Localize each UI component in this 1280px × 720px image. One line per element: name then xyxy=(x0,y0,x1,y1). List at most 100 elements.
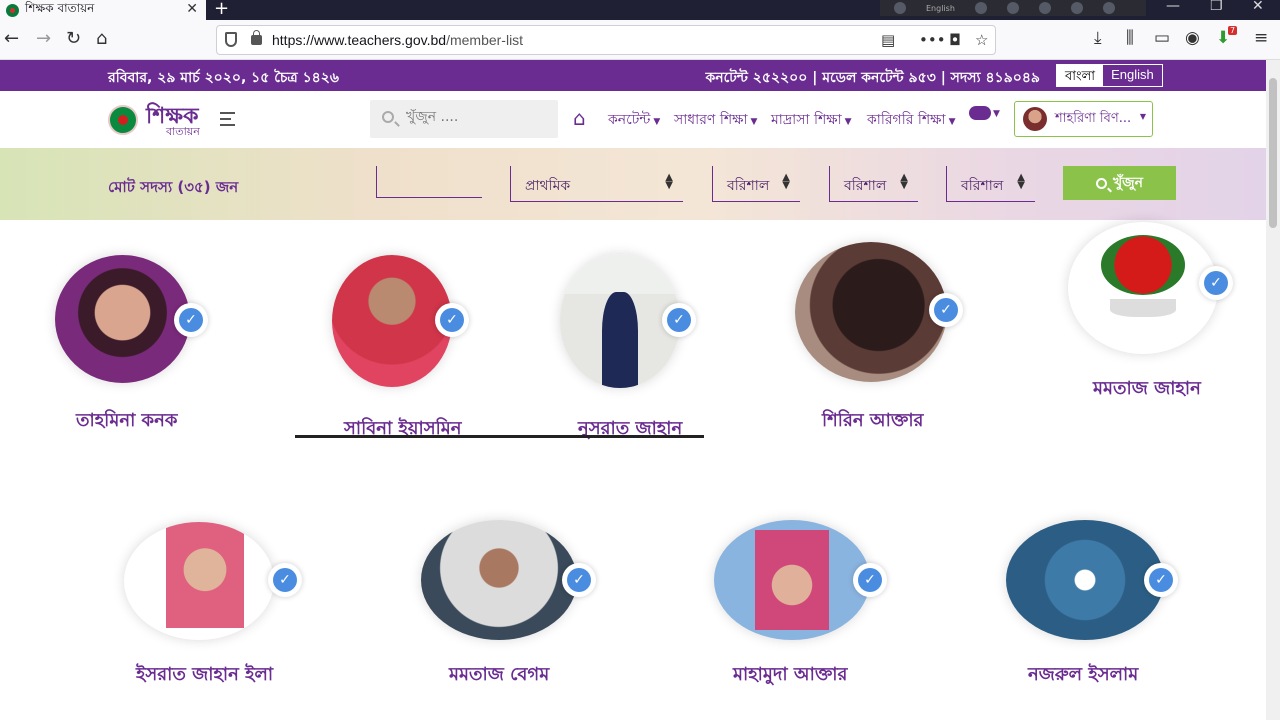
search-input[interactable] xyxy=(406,109,546,125)
new-tab-button[interactable]: + xyxy=(214,0,229,19)
menu-icon[interactable]: ≡ xyxy=(1254,28,1268,48)
member-name-5[interactable]: মমতাজ জাহান xyxy=(1093,374,1201,405)
filter-search-button[interactable]: খুঁজুন xyxy=(1063,166,1176,200)
upazila-select-value: বরিশাল xyxy=(961,178,1004,194)
menu-general-education[interactable]: সাধারণ শিক্ষা ▼ xyxy=(674,108,757,132)
level-select[interactable]: প্রাথমিক ▲ ▼ xyxy=(510,166,683,202)
downloads-icon[interactable]: ⤓ xyxy=(1094,28,1102,48)
menu-madrasa-education[interactable]: মাদ্রাসা শিক্ষা ▼ xyxy=(771,108,852,132)
tray-help-icon[interactable] xyxy=(1070,2,1083,14)
site-header: শিক্ষক বাতায়ন ⌂ কনটেন্ট▼ সাধারণ শিক্ষা▼… xyxy=(0,91,1266,148)
account-icon[interactable]: ◉ xyxy=(1185,28,1200,48)
site-logo-subtext[interactable]: বাতায়ন xyxy=(166,123,200,142)
sidebar-icon[interactable]: ▭ xyxy=(1154,28,1170,48)
forward-icon[interactable]: → xyxy=(36,28,51,50)
tray-settings-icon[interactable] xyxy=(1006,2,1019,14)
member-photo-6[interactable] xyxy=(124,522,274,640)
verified-badge-icon: ✓ xyxy=(268,563,302,597)
chevron-down-icon[interactable]: ▼ xyxy=(993,109,1000,119)
address-bar[interactable]: https://www.teachers.gov.bd/member-list … xyxy=(216,25,996,55)
chevron-down-icon: ▼ xyxy=(653,117,661,127)
reader-view-icon[interactable]: ▤ xyxy=(881,31,895,49)
lang-bangla-button[interactable]: বাংলা xyxy=(1057,65,1104,86)
division-select-value: বরিশাল xyxy=(727,178,770,194)
member-name-1[interactable]: তাহমিনা কনক xyxy=(76,406,178,437)
site-home-icon[interactable]: ⌂ xyxy=(573,106,586,130)
member-photo-9[interactable] xyxy=(1006,520,1164,640)
member-name-8[interactable]: মাহামুদা আক্তার xyxy=(733,660,847,691)
site-top-strip: রবিবার, ২৯ মার্চ ২০২০, ১৫ চৈত্র ১৪২৬ কনট… xyxy=(0,60,1266,91)
district-select-value: বরিশাল xyxy=(844,178,887,194)
lock-icon[interactable] xyxy=(251,30,262,45)
tray-app-icon[interactable] xyxy=(894,2,906,14)
name-filter-input[interactable] xyxy=(376,166,482,198)
member-photo-8[interactable] xyxy=(714,520,870,640)
close-window-icon[interactable]: ✕ xyxy=(1252,0,1264,14)
member-name-4[interactable]: শিরিন আক্তার xyxy=(822,406,923,437)
verified-badge-icon: ✓ xyxy=(562,563,596,597)
restore-window-icon[interactable]: ❐ xyxy=(1210,0,1223,14)
tracking-shield-icon[interactable] xyxy=(225,32,237,47)
site-stats: কনটেন্ট ২৫২২০০ | মডেল কনটেন্ট ৯৫৩ | সদস্… xyxy=(705,70,1041,86)
member-name-7[interactable]: মমতাজ বেগম xyxy=(449,660,549,691)
hover-underline xyxy=(295,435,704,438)
tray-browser-icon[interactable] xyxy=(1038,2,1051,14)
chevron-down-icon: ▼ xyxy=(948,117,956,127)
menu-technical-education[interactable]: কারিগরি শিক্ষা ▼ xyxy=(867,108,956,132)
site-search[interactable] xyxy=(370,100,558,138)
member-photo-2[interactable] xyxy=(332,255,452,387)
district-select[interactable]: বরিশাল ▲ ▼ xyxy=(829,166,918,202)
language-switch: বাংলা English xyxy=(1056,64,1163,87)
select-arrows-icon: ▲ ▼ xyxy=(900,172,908,191)
menu-madrasa-education-label: মাদ্রাসা শিক্ষা xyxy=(771,112,842,128)
total-members-count: মোট সদস্য (৩৫) জন xyxy=(108,178,239,196)
reload-icon[interactable]: ↻ xyxy=(66,28,81,50)
bookmark-star-icon[interactable]: ☆ xyxy=(975,31,988,49)
hamburger-menu-icon[interactable] xyxy=(220,112,235,126)
minimize-window-icon[interactable]: — xyxy=(1166,0,1180,14)
menu-content-label: কনটেন্ট xyxy=(608,112,651,128)
member-photo-7[interactable] xyxy=(421,520,577,640)
browser-tab[interactable]: শিক্ষক বাতায়ন ✕ xyxy=(0,0,206,20)
verified-badge-icon: ✓ xyxy=(662,303,696,337)
download-count-badge: 7 xyxy=(1228,26,1238,35)
select-arrows-icon: ▲ ▼ xyxy=(782,172,790,191)
page-actions-icon[interactable]: ••• xyxy=(919,31,946,49)
current-date: রবিবার, ২৯ মার্চ ২০২০, ১৫ চৈত্র ১৪২৬ xyxy=(108,70,339,86)
cloud-upload-icon[interactable] xyxy=(969,106,991,120)
member-photo-1[interactable] xyxy=(55,255,190,383)
member-photo-5[interactable] xyxy=(1068,222,1218,354)
tray-user-icon[interactable] xyxy=(974,2,987,14)
tab-close-icon[interactable]: ✕ xyxy=(186,1,198,17)
member-name-9[interactable]: নজরুল ইসলাম xyxy=(1028,660,1138,691)
menu-content[interactable]: কনটেন্ট ▼ xyxy=(608,108,660,132)
filter-search-label: খুঁজুন xyxy=(1112,175,1144,191)
member-name-3[interactable]: নুসরাত জাহান xyxy=(578,414,682,445)
member-photo-4[interactable] xyxy=(795,242,947,382)
government-emblem-icon[interactable] xyxy=(108,105,138,135)
select-arrows-icon: ▲ ▼ xyxy=(665,172,673,191)
url-text[interactable]: https://www.teachers.gov.bd/member-list xyxy=(272,32,523,48)
library-icon[interactable]: ⫼ xyxy=(1126,28,1134,48)
page-scrollbar[interactable] xyxy=(1266,60,1280,720)
tray-power-icon[interactable] xyxy=(1102,2,1115,14)
upazila-select[interactable]: বরিশাল ▲ ▼ xyxy=(946,166,1035,202)
browser-tab-bar: শিক্ষক বাতায়ন ✕ + English — ❐ ✕ xyxy=(0,0,1280,20)
chevron-down-icon: ▼ xyxy=(1139,112,1146,121)
back-icon[interactable]: ← xyxy=(4,28,19,50)
user-menu-button[interactable]: শাহরিণা বিণ... ▼ xyxy=(1014,101,1153,137)
home-icon[interactable]: ⌂ xyxy=(96,28,107,50)
member-name-2[interactable]: সাবিনা ইয়াসমিন xyxy=(344,414,461,445)
search-icon xyxy=(382,111,394,123)
tray-language[interactable]: English xyxy=(926,4,955,13)
division-select[interactable]: বরিশাল ▲ ▼ xyxy=(712,166,800,202)
lang-english-button[interactable]: English xyxy=(1103,65,1162,86)
member-name-6[interactable]: ইসরাত জাহান ইলা xyxy=(136,660,273,691)
system-tray: English xyxy=(880,0,1146,16)
select-arrows-icon: ▲ ▼ xyxy=(1017,172,1025,191)
scrollbar-thumb[interactable] xyxy=(1269,78,1277,228)
verified-badge-icon: ✓ xyxy=(1199,266,1233,300)
url-host: https://www.teachers.gov.bd xyxy=(272,32,447,48)
browser-nav-bar: ← → ↻ ⌂ https://www.teachers.gov.bd/memb… xyxy=(0,20,1280,60)
pocket-icon[interactable]: ◘ xyxy=(949,31,961,49)
